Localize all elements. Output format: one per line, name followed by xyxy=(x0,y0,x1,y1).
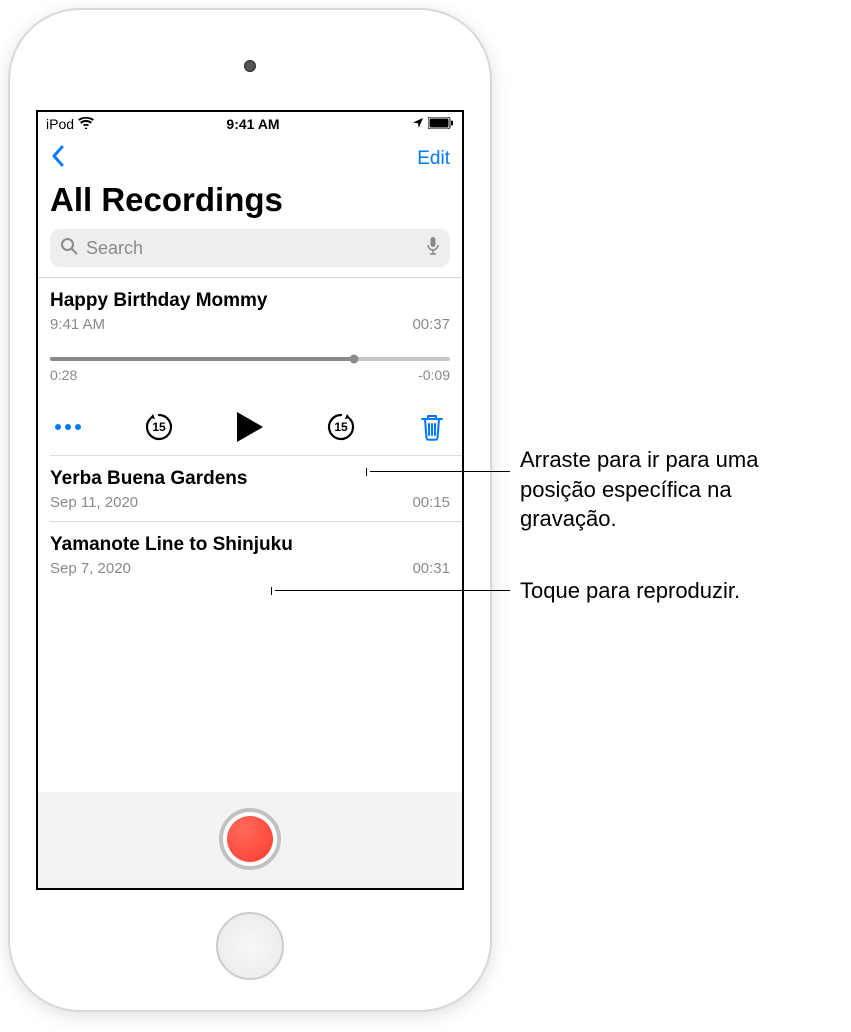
record-button-inner xyxy=(227,816,273,862)
elapsed-time: 0:28 xyxy=(50,367,77,383)
recording-date: Sep 7, 2020 xyxy=(50,560,131,577)
remaining-time: -0:09 xyxy=(418,367,450,383)
delete-button[interactable] xyxy=(414,409,450,445)
edit-button[interactable]: Edit xyxy=(417,148,450,170)
callout-line xyxy=(370,471,510,472)
screen: iPod 9:41 AM Edit All Recordi xyxy=(36,110,464,890)
playback-scrubber[interactable]: 0:28 -0:09 xyxy=(50,357,450,383)
device-frame: iPod 9:41 AM Edit All Recordi xyxy=(10,10,490,1010)
skip-forward-15-button[interactable]: 15 xyxy=(323,409,359,445)
search-icon xyxy=(60,237,78,260)
scrubber-fill xyxy=(50,357,354,361)
recording-time: 9:41 AM xyxy=(50,316,105,333)
skip-forward-label: 15 xyxy=(325,411,357,443)
status-bar: iPod 9:41 AM xyxy=(38,112,462,136)
search-field[interactable] xyxy=(50,229,450,267)
callout-line xyxy=(275,590,510,591)
playback-controls: 15 15 xyxy=(50,409,450,445)
record-button[interactable] xyxy=(219,808,281,870)
play-button[interactable] xyxy=(232,409,268,445)
recording-item[interactable]: Yamanote Line to Shinjuku Sep 7, 2020 00… xyxy=(38,522,462,587)
recording-duration: 00:15 xyxy=(412,494,450,511)
recording-duration: 00:37 xyxy=(412,316,450,333)
status-device-label: iPod xyxy=(46,116,74,132)
recording-title: Happy Birthday Mommy xyxy=(50,290,450,312)
page-title: All Recordings xyxy=(50,181,450,219)
battery-icon xyxy=(428,116,454,132)
callout-scrubber: Arraste para ir para uma posição específ… xyxy=(520,445,830,534)
scrubber-track xyxy=(50,357,450,361)
recording-item-expanded[interactable]: Happy Birthday Mommy 9:41 AM 00:37 0:28 … xyxy=(38,278,462,455)
device-camera xyxy=(244,60,256,72)
search-input[interactable] xyxy=(86,238,418,259)
skip-back-15-button[interactable]: 15 xyxy=(141,409,177,445)
recording-title: Yamanote Line to Shinjuku xyxy=(50,534,450,556)
scrubber-thumb[interactable] xyxy=(350,355,359,364)
recording-date: Sep 11, 2020 xyxy=(50,494,138,511)
recording-item[interactable]: Yerba Buena Gardens Sep 11, 2020 00:15 xyxy=(38,456,462,521)
callout-play: Toque para reproduzir. xyxy=(520,576,840,606)
status-time: 9:41 AM xyxy=(226,116,279,132)
dictation-icon[interactable] xyxy=(426,236,440,261)
more-options-button[interactable] xyxy=(50,409,86,445)
home-button[interactable] xyxy=(216,912,284,980)
back-button[interactable] xyxy=(50,144,66,173)
nav-bar: Edit xyxy=(38,136,462,177)
wifi-icon xyxy=(78,116,94,132)
recording-duration: 00:31 xyxy=(412,560,450,577)
record-toolbar xyxy=(38,792,462,888)
skip-back-label: 15 xyxy=(143,411,175,443)
location-icon xyxy=(412,116,424,132)
